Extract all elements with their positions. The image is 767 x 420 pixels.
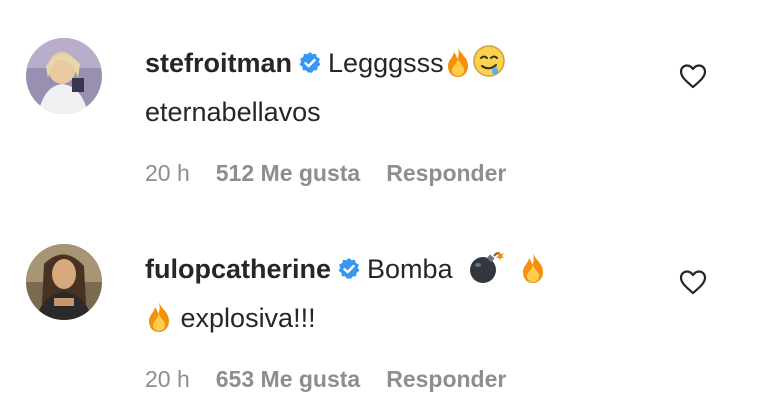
- comment-meta: 20 h 653 Me gusta Responder: [145, 366, 532, 393]
- bomb-emoji: [468, 250, 504, 297]
- avatar[interactable]: [26, 38, 102, 114]
- reply-button[interactable]: Responder: [386, 160, 506, 186]
- like-heart-icon[interactable]: [677, 60, 709, 92]
- fire-emoji: [444, 46, 472, 91]
- timestamp[interactable]: 20 h: [145, 366, 190, 392]
- comment-text: fulopcatherine Bomba explosiva!!!: [145, 248, 615, 346]
- comment-text-line1: Legggsss: [328, 48, 444, 78]
- fire-emoji: [519, 252, 547, 297]
- verified-badge-icon: [337, 251, 361, 294]
- username-link[interactable]: fulopcatherine: [145, 254, 331, 284]
- like-heart-icon[interactable]: [677, 266, 709, 298]
- comment-text-line2: eternabellavos: [145, 97, 321, 127]
- avatar[interactable]: [26, 244, 102, 320]
- drooling-face-emoji: [472, 44, 506, 91]
- likes-count-button[interactable]: 653 Me gusta: [216, 366, 360, 392]
- username-link[interactable]: stefroitman: [145, 48, 292, 78]
- comment-text-line2: explosiva!!!: [180, 303, 316, 333]
- timestamp[interactable]: 20 h: [145, 160, 190, 186]
- comment-meta: 20 h 512 Me gusta Responder: [145, 160, 532, 187]
- comment-text: stefroitman Legggsss eternabellavos: [145, 42, 615, 134]
- fire-emoji: [145, 301, 173, 346]
- verified-badge-icon: [298, 45, 322, 88]
- comment-text-line1: Bomba: [367, 254, 453, 284]
- likes-count-button[interactable]: 512 Me gusta: [216, 160, 360, 186]
- reply-button[interactable]: Responder: [386, 366, 506, 392]
